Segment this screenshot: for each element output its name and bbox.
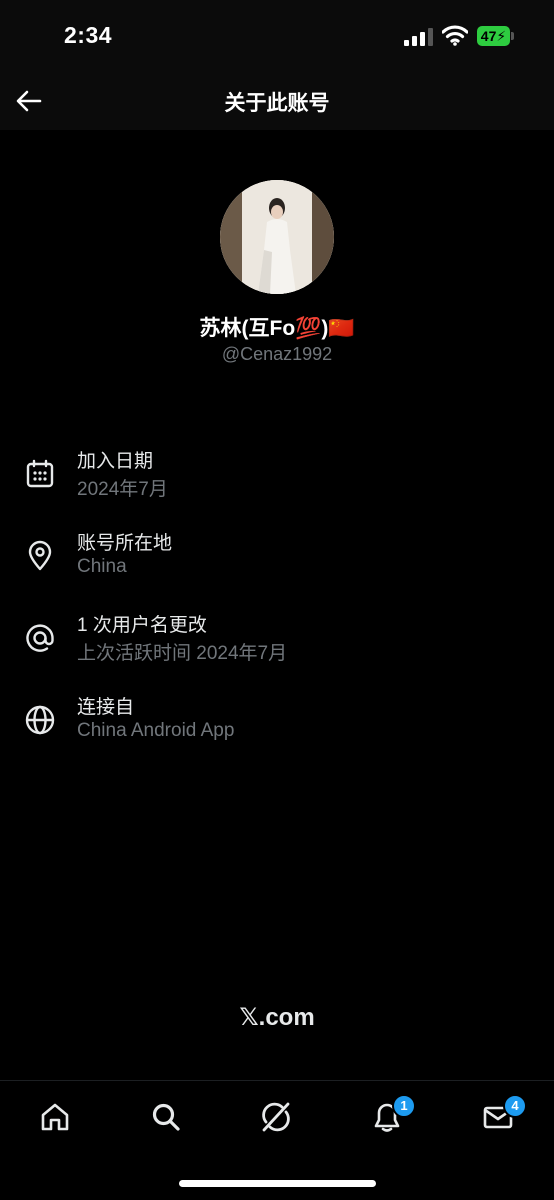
tab-grok[interactable]: [256, 1097, 296, 1137]
battery-level: 47⚡: [477, 26, 510, 46]
display-name: 苏林(互Fo💯)🇨🇳: [199, 317, 355, 340]
info-row-location: 账号所在地 China: [0, 528, 554, 598]
nav-header: 关于此账号: [0, 74, 554, 130]
info-title: 连接自: [77, 697, 135, 718]
globe-icon: [25, 705, 55, 735]
cellular-signal-icon: [404, 28, 433, 46]
info-subtitle: China Android App: [77, 720, 235, 741]
info-row-joined: 加入日期 2024年7月: [0, 446, 554, 516]
messages-badge: 4: [503, 1094, 527, 1118]
at-sign-icon: [26, 624, 54, 652]
battery-cap: [511, 32, 514, 40]
search-icon: [152, 1103, 180, 1131]
info-title: 1 次用户名更改: [77, 615, 207, 636]
location-pin-icon: [28, 540, 52, 571]
status-bar: 2:34 47⚡: [0, 0, 554, 74]
tab-search[interactable]: [146, 1097, 186, 1137]
battery-indicator: 47⚡: [477, 26, 515, 46]
wifi-icon: [442, 25, 468, 46]
info-title: 账号所在地: [77, 533, 173, 554]
calendar-icon: [26, 459, 54, 488]
info-subtitle: 上次活跃时间 2024年7月: [77, 643, 288, 664]
tab-messages[interactable]: 4: [478, 1094, 527, 1137]
home-icon: [41, 1103, 69, 1131]
info-row-connected-via: 连接自 China Android App: [0, 692, 554, 762]
page-title: 关于此账号: [224, 92, 330, 115]
x-com-logo: 𝕏.com: [239, 1004, 315, 1031]
avatar-image: [220, 180, 334, 294]
info-subtitle: 2024年7月: [77, 479, 168, 500]
info-subtitle: China: [77, 556, 127, 577]
tab-home[interactable]: [35, 1097, 75, 1137]
status-time: 2:34: [64, 22, 113, 48]
info-title: 加入日期: [77, 451, 154, 472]
info-row-username-changes: 1 次用户名更改 上次活跃时间 2024年7月: [0, 610, 554, 680]
grok-icon: [262, 1102, 290, 1132]
tab-notifications[interactable]: 1: [367, 1094, 416, 1137]
home-indicator: [179, 1180, 376, 1187]
avatar[interactable]: [220, 180, 334, 294]
notifications-badge: 1: [392, 1094, 416, 1118]
username-handle: @Cenaz1992: [221, 344, 333, 364]
